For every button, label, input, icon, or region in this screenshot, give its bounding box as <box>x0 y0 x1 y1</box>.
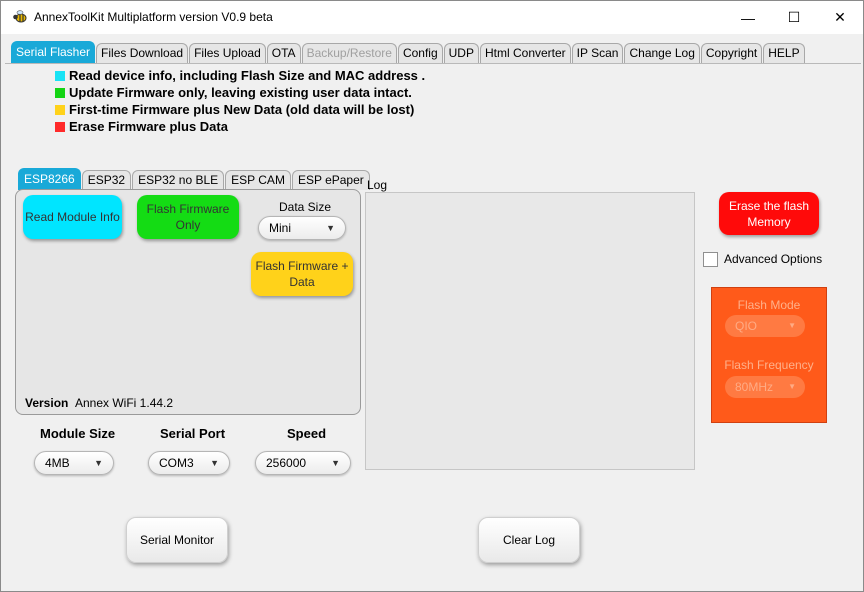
tab-files-upload[interactable]: Files Upload <box>189 43 266 63</box>
color-legend: Read device info, including Flash Size a… <box>55 67 425 135</box>
legend-text: Update Firmware only, leaving existing u… <box>69 85 412 100</box>
version-label: Version <box>25 396 69 410</box>
data-size-label: Data Size <box>279 200 332 214</box>
tab-esp-cam[interactable]: ESP CAM <box>225 170 291 190</box>
read-module-info-button[interactable]: Read Module Info <box>23 195 122 239</box>
tab-esp32-no-ble[interactable]: ESP32 no BLE <box>132 170 225 190</box>
tab-ota[interactable]: OTA <box>266 43 301 63</box>
flash-frequency-select: 80MHz ▼ <box>725 376 805 398</box>
flash-frequency-label: Flash Frequency <box>724 358 814 372</box>
flash-firmware-data-button[interactable]: Flash Firmware + Data <box>251 252 353 296</box>
tab-help[interactable]: HELP <box>763 43 805 63</box>
tab-change-log[interactable]: Change Log <box>624 43 700 63</box>
legend-swatch-red <box>55 121 65 132</box>
tab-config[interactable]: Config <box>397 43 443 63</box>
window-title: AnnexToolKit Multiplatform version V0.9 … <box>34 10 273 24</box>
legend-item-update: Update Firmware only, leaving existing u… <box>55 84 425 101</box>
tab-ip-scan[interactable]: IP Scan <box>571 43 624 63</box>
bee-app-icon <box>13 10 27 23</box>
serial-port-select[interactable]: COM3 ▼ <box>148 451 230 475</box>
tab-esp8266[interactable]: ESP8266 <box>18 168 81 190</box>
serial-monitor-button[interactable]: Serial Monitor <box>126 517 228 563</box>
main-tab-bar: Serial Flasher Files Download Files Uplo… <box>11 41 806 63</box>
advanced-options-label[interactable]: Advanced Options <box>724 252 822 266</box>
legend-swatch-green <box>55 87 65 98</box>
flash-mode-label: Flash Mode <box>737 298 801 312</box>
maximize-icon: ☐ <box>787 9 801 25</box>
tab-backup-restore: Backup/Restore <box>301 43 397 63</box>
tab-esp32[interactable]: ESP32 <box>81 170 132 190</box>
close-button[interactable]: ✕ <box>817 1 863 34</box>
log-label: Log <box>367 178 388 192</box>
speed-select[interactable]: 256000 ▼ <box>255 451 351 475</box>
esp-tab-bar: ESP8266 ESP32 ESP32 no BLE ESP CAM ESP e… <box>18 167 371 190</box>
tab-divider <box>5 63 861 64</box>
tab-copyright[interactable]: Copyright <box>700 43 763 63</box>
speed-label: Speed <box>287 426 327 441</box>
module-size-label: Module Size <box>40 426 116 441</box>
module-size-select[interactable]: 4MB ▼ <box>34 451 114 475</box>
data-size-select[interactable]: Mini ▼ <box>258 216 346 240</box>
serial-port-label: Serial Port <box>160 426 226 441</box>
flash-frequency-value: 80MHz <box>735 380 774 394</box>
legend-swatch-cyan <box>55 70 65 81</box>
legend-item-read: Read device info, including Flash Size a… <box>55 67 425 84</box>
chevron-down-icon: ▼ <box>788 382 796 391</box>
tab-serial-flasher[interactable]: Serial Flasher <box>11 41 96 63</box>
log-textarea[interactable] <box>365 192 695 470</box>
chevron-down-icon: ▼ <box>331 458 340 468</box>
speed-value: 256000 <box>266 456 307 470</box>
flash-mode-select: QIO ▼ <box>725 315 805 337</box>
chevron-down-icon: ▼ <box>326 223 335 233</box>
close-icon: ✕ <box>834 9 846 25</box>
erase-flash-button[interactable]: Erase the flash Memory <box>719 192 819 235</box>
clear-log-button[interactable]: Clear Log <box>478 517 580 563</box>
chevron-down-icon: ▼ <box>94 458 103 468</box>
minimize-button[interactable]: — <box>725 1 771 34</box>
legend-swatch-yellow <box>55 104 65 115</box>
tab-files-download[interactable]: Files Download <box>96 43 189 63</box>
serial-port-value: COM3 <box>159 456 194 470</box>
tab-esp-epaper[interactable]: ESP ePaper <box>291 170 370 190</box>
legend-text: First-time Firmware plus New Data (old d… <box>69 102 415 117</box>
version-value: Annex WiFi 1.44.2 <box>75 396 174 410</box>
legend-text: Erase Firmware plus Data <box>69 119 228 134</box>
title-bar[interactable]: AnnexToolKit Multiplatform version V0.9 … <box>1 1 863 34</box>
maximize-button[interactable]: ☐ <box>771 1 817 34</box>
flash-mode-value: QIO <box>735 319 758 333</box>
advanced-options-panel: Flash Mode QIO ▼ Flash Frequency 80MHz ▼ <box>711 287 827 423</box>
data-size-value: Mini <box>269 221 292 235</box>
tab-html-converter[interactable]: Html Converter <box>479 43 571 63</box>
chevron-down-icon: ▼ <box>210 458 219 468</box>
flash-firmware-only-button[interactable]: Flash Firmware Only <box>137 195 239 239</box>
tab-udp[interactable]: UDP <box>443 43 479 63</box>
chevron-down-icon: ▼ <box>788 321 796 330</box>
legend-item-first-time: First-time Firmware plus New Data (old d… <box>55 101 425 118</box>
legend-item-erase: Erase Firmware plus Data <box>55 118 425 135</box>
minimize-icon: — <box>741 9 755 26</box>
legend-text: Read device info, including Flash Size a… <box>69 68 426 83</box>
advanced-options-checkbox[interactable] <box>703 252 718 267</box>
module-size-value: 4MB <box>45 456 70 470</box>
app-window: AnnexToolKit Multiplatform version V0.9 … <box>0 0 864 592</box>
